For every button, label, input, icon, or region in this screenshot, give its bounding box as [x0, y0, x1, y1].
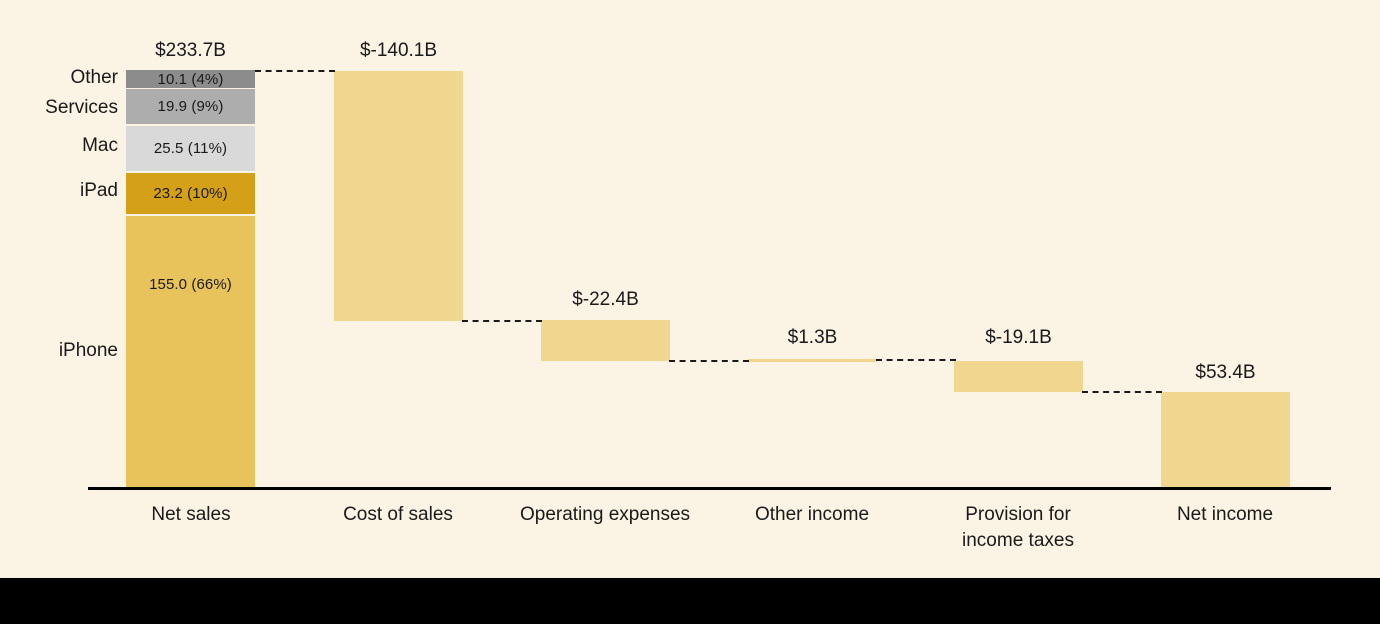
connector-other-income-to-provision — [876, 359, 956, 361]
value-label-operating-expenses: $-22.4B — [572, 289, 639, 310]
segment-iphone: 155.0 (66%) — [126, 216, 255, 488]
waterfall-chart: 10.1 (4%) 19.9 (9%) 25.5 (11%) 23.2 (10%… — [0, 0, 1380, 578]
segment-mac: 25.5 (11%) — [126, 126, 255, 171]
x-axis-label-other-income-line1: Other income — [754, 504, 870, 525]
x-axis-label-provision-income-taxes: Provision for income taxes — [923, 502, 1113, 554]
x-axis-label-provision-line2: income taxes — [962, 530, 1074, 551]
segment-ipad: 23.2 (10%) — [126, 173, 255, 214]
x-axis-label-cost-of-sales: Cost of sales — [303, 502, 493, 528]
footer-bar — [0, 578, 1380, 624]
x-axis-label-other-income: Other income — [717, 502, 907, 528]
segment-iphone-label: 155.0 (66%) — [149, 276, 232, 293]
bar-provision-income-taxes — [954, 361, 1083, 392]
bar-cost-of-sales — [334, 71, 463, 321]
bar-net-income — [1161, 392, 1290, 488]
value-label-net-sales: $233.7B — [155, 40, 226, 61]
x-axis-label-net-sales: Net sales — [96, 502, 286, 528]
bar-net-sales: 10.1 (4%) 19.9 (9%) 25.5 (11%) 23.2 (10%… — [126, 70, 255, 488]
connector-net-sales-to-cost — [255, 70, 335, 72]
x-axis-label-net-income-line1: Net income — [1176, 504, 1274, 525]
x-axis-label-net-income: Net income — [1130, 502, 1320, 528]
segment-other: 10.1 (4%) — [126, 70, 255, 88]
segment-services: 19.9 (9%) — [126, 89, 255, 124]
segment-category-label-mac: Mac — [82, 135, 118, 156]
connector-cost-to-opex — [462, 320, 542, 322]
value-label-cost-of-sales: $-140.1B — [359, 40, 438, 61]
segment-category-label-services: Services — [45, 97, 118, 118]
segment-category-label-ipad: iPad — [79, 180, 118, 201]
segment-services-label: 19.9 (9%) — [157, 98, 224, 115]
x-axis-label-operating-expenses: Operating expenses — [505, 502, 705, 528]
x-axis-label-provision-line1: Provision for — [965, 504, 1071, 525]
value-label-provision-income-taxes: $-19.1B — [985, 327, 1052, 348]
segment-ipad-label: 23.2 (10%) — [153, 185, 228, 202]
connector-opex-to-other-income — [669, 360, 749, 362]
segment-mac-label: 25.5 (11%) — [153, 140, 228, 157]
bar-other-income — [748, 359, 877, 362]
value-label-net-income: $53.4B — [1195, 362, 1256, 383]
x-axis-label-net-sales-line1: Net sales — [151, 504, 231, 525]
x-axis-label-operating-expenses-line1: Operating expenses — [519, 504, 691, 525]
segment-category-label-iphone: iPhone — [58, 340, 118, 361]
value-label-other-income: $1.3B — [787, 327, 838, 348]
x-axis-label-cost-of-sales-line1: Cost of sales — [343, 504, 453, 525]
connector-provision-to-net-income — [1082, 391, 1162, 393]
bar-operating-expenses — [541, 320, 670, 361]
segment-category-label-other: Other — [70, 67, 118, 88]
segment-other-label: 10.1 (4%) — [157, 70, 224, 88]
x-axis-baseline — [88, 487, 1331, 490]
